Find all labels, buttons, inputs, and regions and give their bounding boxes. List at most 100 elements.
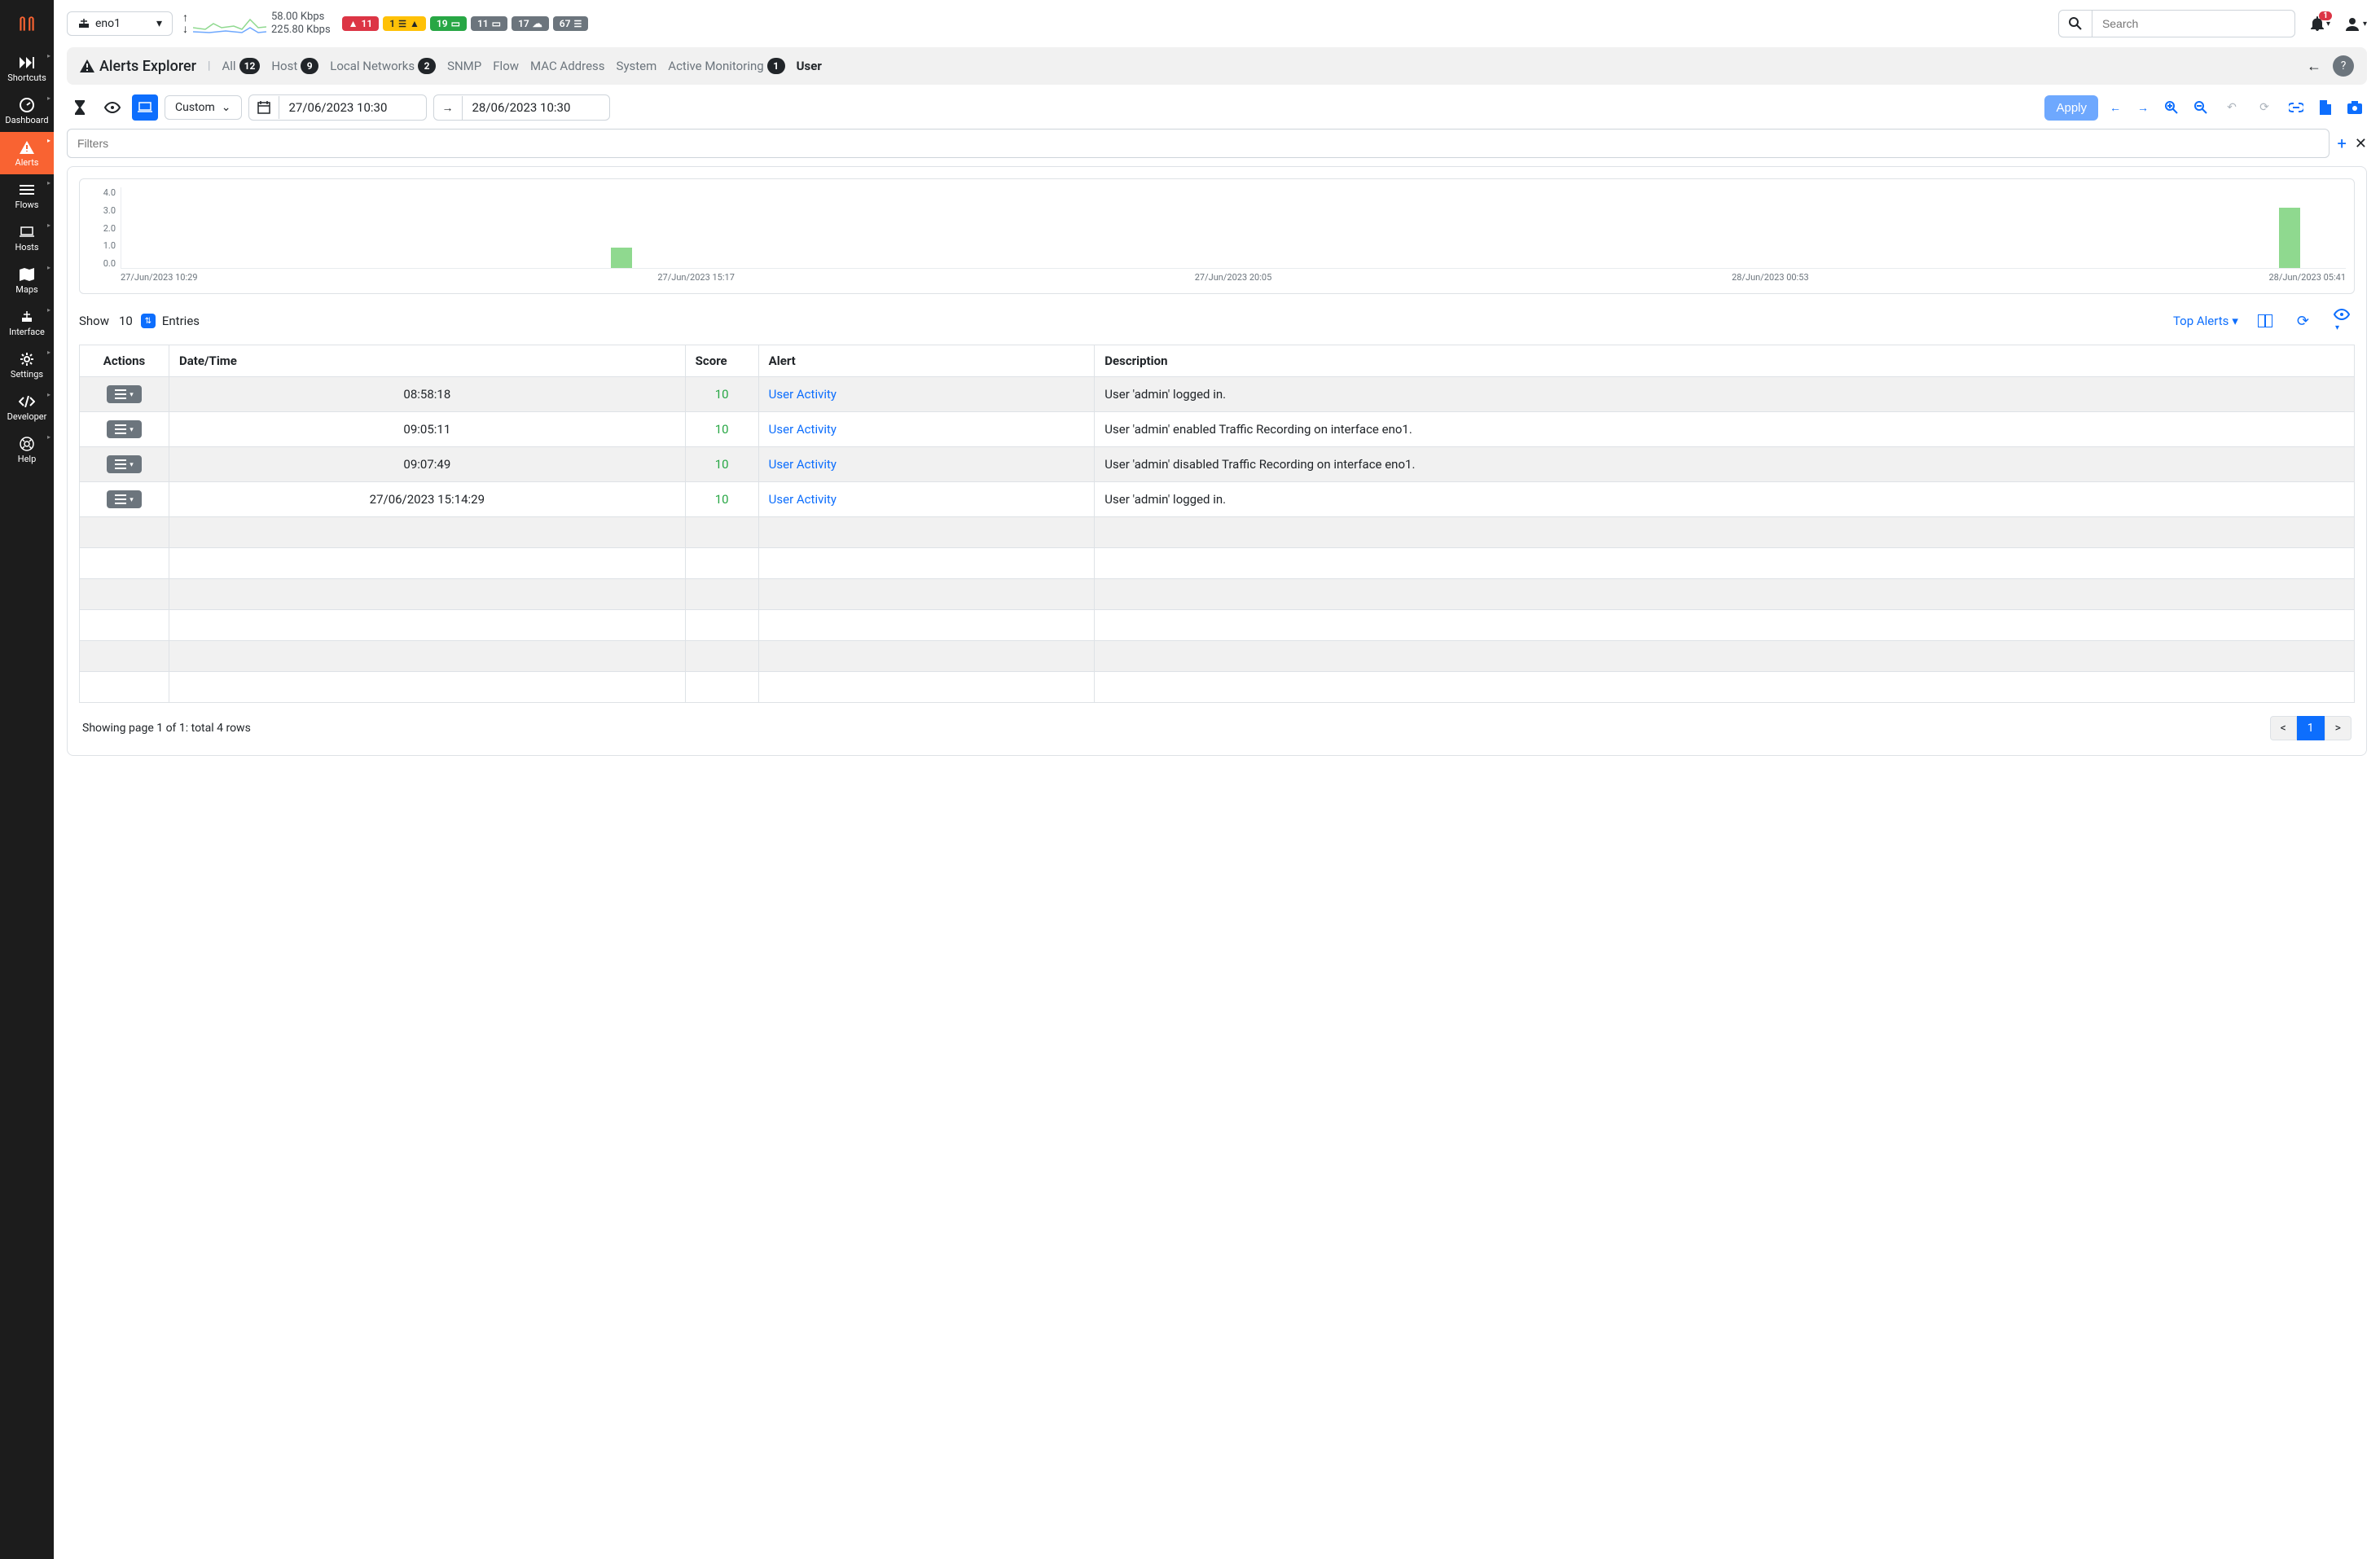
nav-prev-button[interactable]: ← [2105, 98, 2126, 118]
page-current-button[interactable]: 1 [2297, 716, 2325, 740]
badge-networks[interactable]: 17☁ [512, 16, 549, 31]
laptop-icon: ▭ [492, 18, 501, 29]
badge-error[interactable]: ▲11 [342, 16, 380, 31]
page-next-button[interactable]: > [2325, 716, 2351, 740]
clear-filters-button[interactable]: ✕ [2355, 135, 2367, 152]
eye-button[interactable] [99, 94, 125, 121]
table-row-empty [80, 672, 2355, 703]
refresh-button[interactable]: ⟳ [2251, 94, 2277, 121]
sidebar-item-settings[interactable]: ▸ Settings [0, 344, 54, 386]
sidebar-item-developer[interactable]: ▸ Developer [0, 386, 54, 428]
nav-link-active-monitoring[interactable]: Active Monitoring1 [668, 58, 784, 74]
range-preset-select[interactable]: Custom ⌄ [165, 95, 242, 120]
sidebar-item-dashboard[interactable]: ▸ Dashboard [0, 90, 54, 132]
sidebar-item-help[interactable]: ▸ Help [0, 428, 54, 471]
help-button[interactable]: ? [2333, 55, 2354, 77]
nav-link-user[interactable]: User [797, 59, 822, 73]
nav-link-system[interactable]: System [617, 59, 657, 73]
sidebar-item-maps[interactable]: ▸ Maps [0, 259, 54, 301]
zoom-in-button[interactable] [2160, 98, 2183, 117]
column-header-alert[interactable]: Alert [758, 345, 1095, 377]
zoom-out-button[interactable] [2189, 98, 2212, 117]
sidebar: ▸ Shortcuts ▸ Dashboard ▸ Alerts ▸ Flows… [0, 0, 54, 1559]
badge-flows[interactable]: 67☰ [553, 16, 589, 31]
search-button[interactable] [2058, 10, 2092, 37]
alert-link[interactable]: User Activity [769, 387, 837, 402]
chevron-down-icon: ▾ [2335, 323, 2339, 332]
traffic-summary: ↑↓ 58.00 Kbps 225.80 Kbps [182, 11, 331, 36]
calendar-from-button[interactable] [249, 96, 279, 119]
apply-button[interactable]: Apply [2044, 95, 2098, 121]
notifications-button[interactable]: ▾ 1 [2310, 16, 2330, 31]
back-button[interactable]: ← [2307, 58, 2321, 75]
add-filter-button[interactable]: + [2338, 134, 2347, 153]
snapshot-button[interactable] [2343, 98, 2367, 117]
table-controls: Show 10 ⇅ Entries Top Alerts▾ ⟳ ▾ [79, 294, 2355, 345]
count-badge: 9 [301, 58, 318, 74]
interface-select[interactable]: eno1 ▾ [67, 11, 173, 36]
filters-input[interactable] [67, 129, 2330, 158]
search-input[interactable] [2092, 10, 2295, 37]
entries-select[interactable]: 10 ⇅ [116, 312, 156, 330]
interface-name: eno1 [95, 17, 121, 30]
row-actions-button[interactable]: ▾ [107, 420, 142, 438]
sidebar-item-alerts[interactable]: ▸ Alerts [0, 132, 54, 174]
refresh-table-button[interactable]: ⟳ [2292, 310, 2314, 333]
sidebar-item-interface[interactable]: ▸ Interface [0, 301, 54, 344]
sidebar-item-label: Hosts [15, 242, 38, 253]
lifebuoy-icon [20, 437, 34, 451]
chart-bar[interactable] [611, 248, 632, 268]
hourglass-button[interactable] [67, 94, 93, 121]
cloud-icon: ☁ [533, 18, 542, 29]
permalink-button[interactable] [2284, 99, 2308, 116]
alert-link[interactable]: User Activity [769, 457, 837, 472]
nav-link-local-networks[interactable]: Local Networks2 [330, 58, 436, 74]
nav-next-button[interactable]: → [2132, 98, 2154, 118]
cell-datetime: 09:05:11 [169, 412, 686, 447]
alert-link[interactable]: User Activity [769, 422, 837, 437]
nav-link-mac[interactable]: MAC Address [530, 59, 605, 73]
date-from-value[interactable]: 27/06/2023 10:30 [279, 95, 426, 120]
chevron-right-icon: ▸ [47, 179, 50, 187]
row-actions-button[interactable]: ▾ [107, 490, 142, 508]
table-row: ▾27/06/2023 15:14:2910User ActivityUser … [80, 482, 2355, 517]
row-actions-button[interactable]: ▾ [107, 385, 142, 403]
nav-link-snmp[interactable]: SNMP [447, 59, 481, 73]
nav-link-all[interactable]: All12 [222, 58, 260, 74]
export-button[interactable] [2315, 97, 2336, 118]
chevron-down-icon: ⌄ [222, 101, 231, 114]
top-alerts-dropdown[interactable]: Top Alerts▾ [2173, 314, 2238, 328]
table-row: ▾09:05:1110User ActivityUser 'admin' ena… [80, 412, 2355, 447]
traffic-down-value: 225.80 Kbps [271, 24, 331, 37]
chart-plot-area[interactable] [121, 187, 2346, 269]
sidebar-item-shortcuts[interactable]: ▸ Shortcuts [0, 47, 54, 90]
row-actions-button[interactable]: ▾ [107, 455, 142, 473]
table-row: ▾08:58:1810User ActivityUser 'admin' log… [80, 377, 2355, 412]
chevron-right-icon: ▸ [47, 52, 50, 59]
user-menu[interactable]: ▾ [2345, 16, 2367, 31]
badge-warning[interactable]: 1☰▲ [383, 16, 426, 31]
date-to-value[interactable]: 28/06/2023 10:30 [463, 95, 609, 120]
page-prev-button[interactable]: < [2270, 716, 2297, 740]
sidebar-item-hosts[interactable]: ▸ Hosts [0, 217, 54, 259]
columns-button[interactable] [2253, 311, 2277, 331]
alert-link[interactable]: User Activity [769, 492, 837, 507]
nav-link-host[interactable]: Host9 [271, 58, 318, 74]
column-header-score[interactable]: Score [685, 345, 758, 377]
nav-link-flow[interactable]: Flow [493, 59, 519, 73]
chevron-right-icon: ▸ [47, 94, 50, 102]
badge-hosts[interactable]: 19▭ [430, 16, 467, 31]
laptop-toggle-button[interactable] [132, 94, 158, 121]
column-header-actions[interactable]: Actions [80, 345, 169, 377]
column-header-description[interactable]: Description [1095, 345, 2355, 377]
chart-bar[interactable] [2279, 208, 2300, 268]
column-header-datetime[interactable]: Date/Time [169, 345, 686, 377]
undo-button[interactable]: ↶ [2219, 94, 2245, 121]
badge-devices[interactable]: 11▭ [471, 16, 507, 31]
sidebar-item-flows[interactable]: ▸ Flows [0, 174, 54, 217]
table-row-empty [80, 610, 2355, 641]
chart-y-axis: 4.0 3.0 2.0 1.0 0.0 [88, 187, 121, 269]
logo[interactable] [0, 0, 54, 47]
chevron-down-icon: ▾ [2326, 20, 2330, 29]
visibility-dropdown[interactable]: ▾ [2329, 305, 2355, 336]
